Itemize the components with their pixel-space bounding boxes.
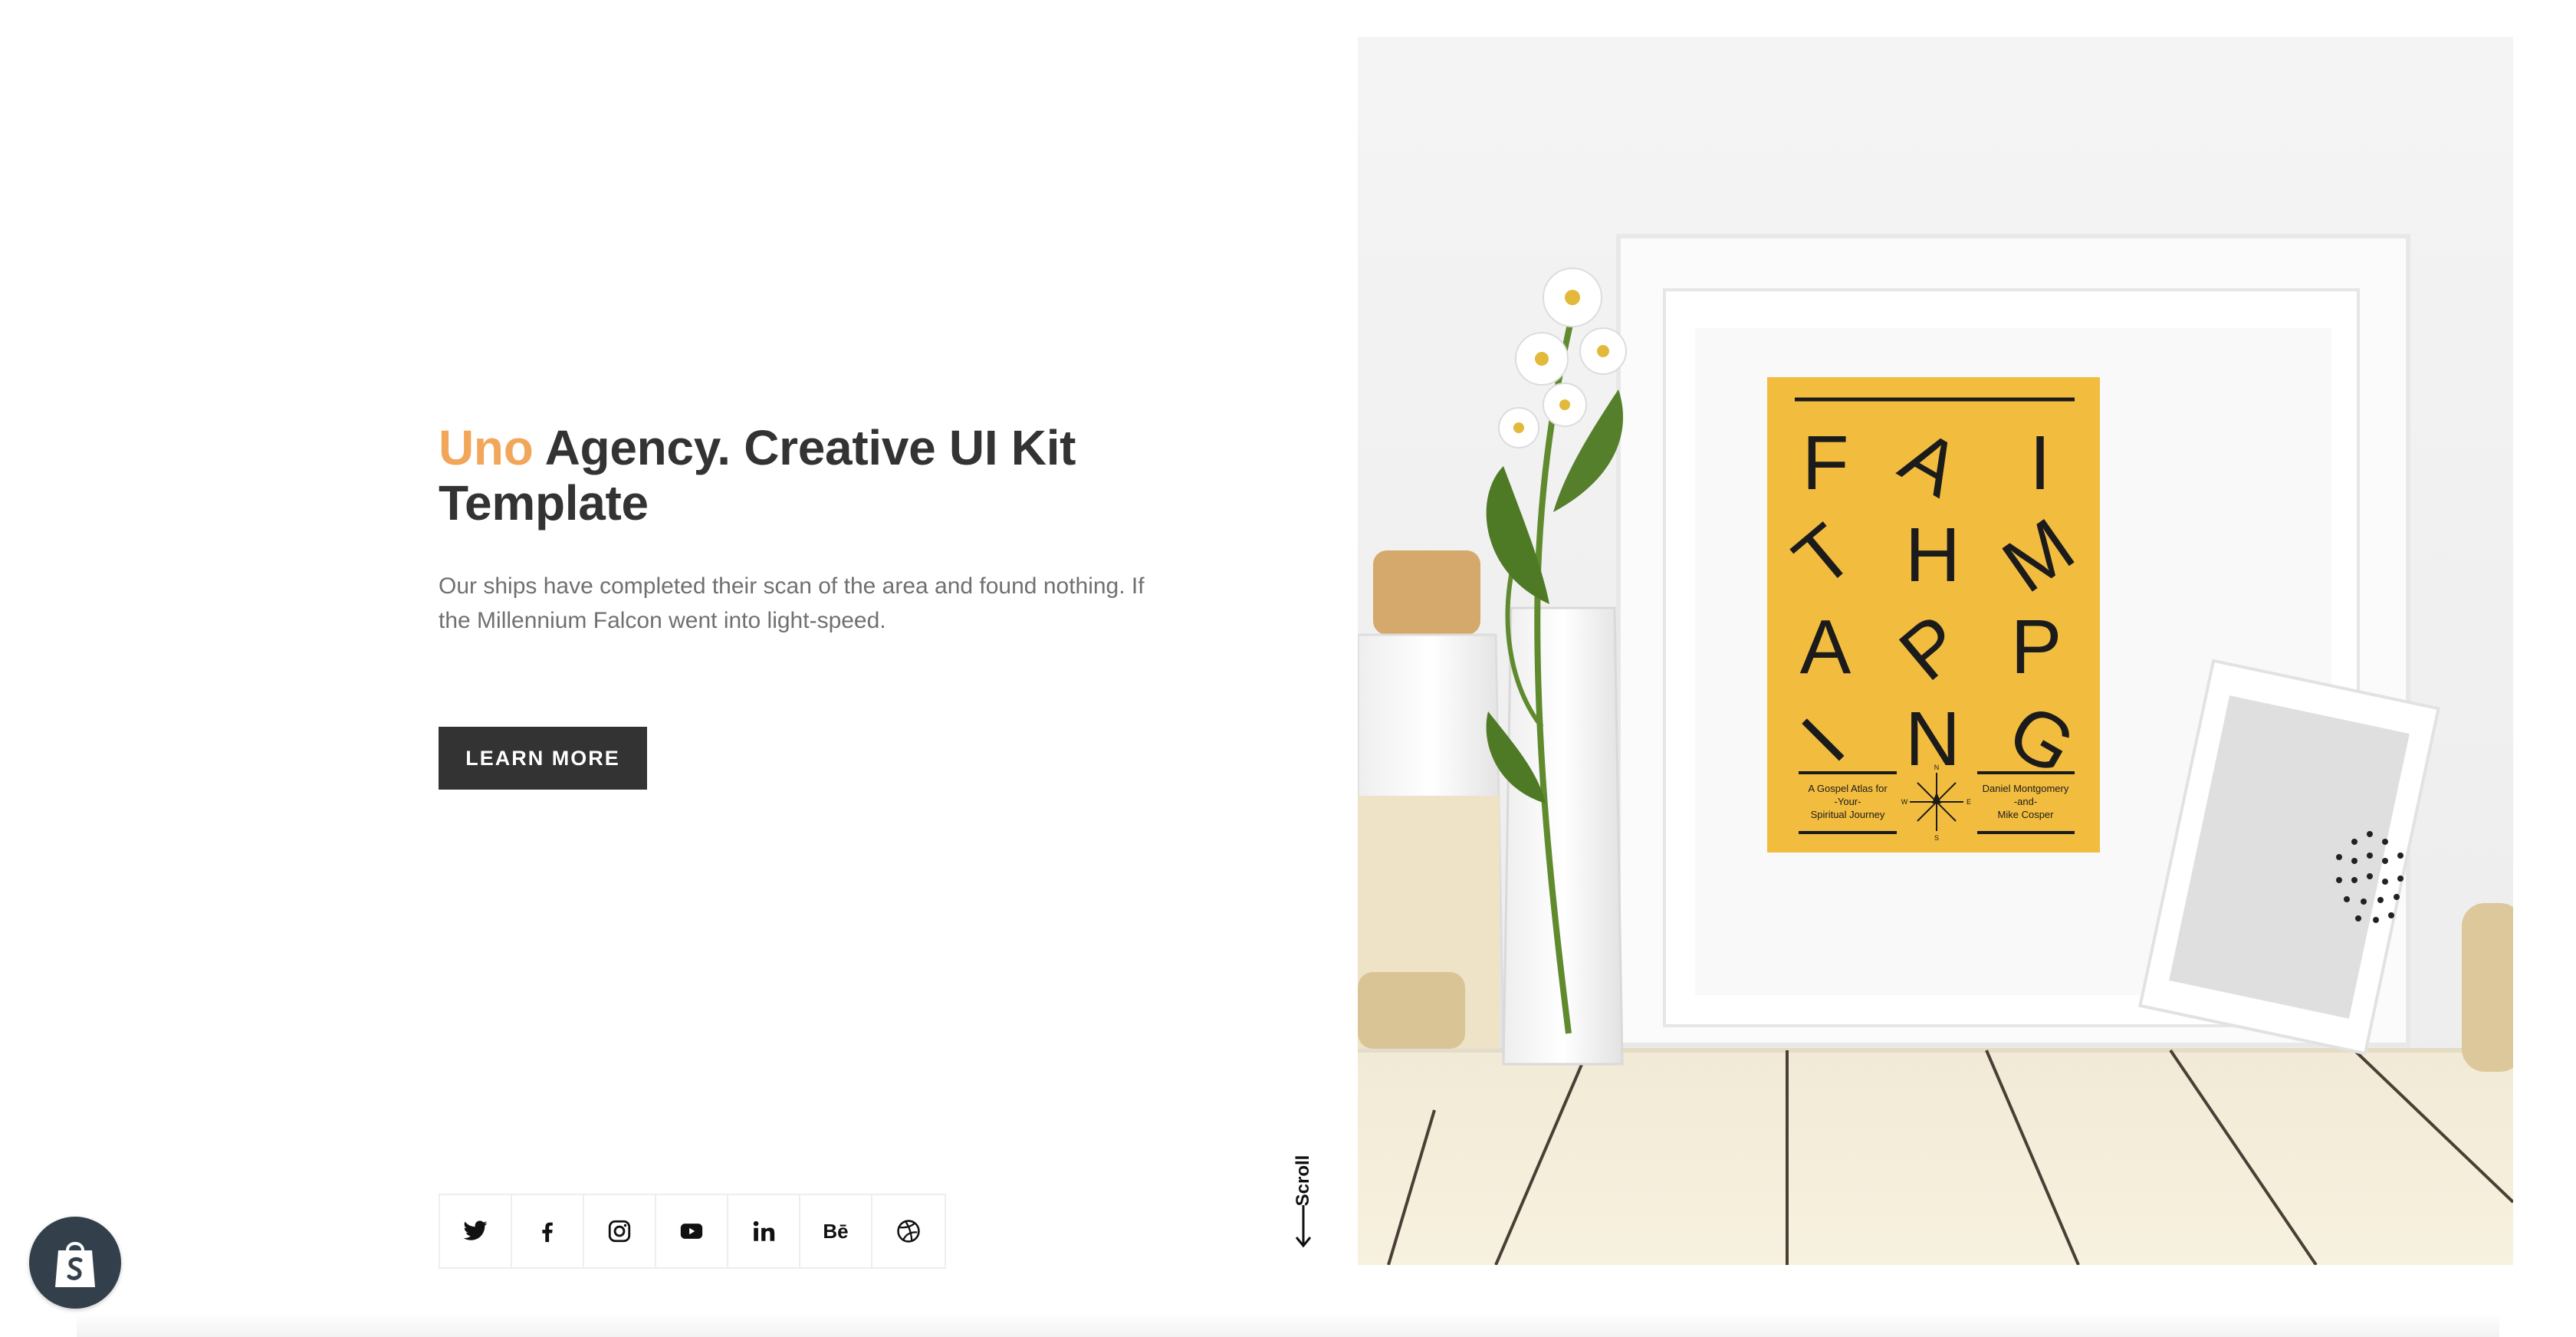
arrow-down-icon <box>1295 1205 1312 1248</box>
bottom-edge-shadow <box>77 1312 2499 1337</box>
compass-label: S <box>1934 834 1939 842</box>
learn-more-button[interactable]: LEARN MORE <box>439 727 647 790</box>
linkedin-link[interactable] <box>728 1195 800 1267</box>
shopify-badge[interactable] <box>29 1217 121 1309</box>
youtube-icon <box>680 1224 703 1239</box>
poster-caption: Spiritual Journey <box>1811 809 1885 820</box>
poster-letter: F <box>1802 420 1848 506</box>
shopify-bag-icon <box>55 1242 95 1287</box>
poster-letter: A <box>1800 604 1852 690</box>
linkedin-icon <box>753 1220 775 1241</box>
hero-title-rest: Agency. Creative UI Kit Template <box>439 420 1076 531</box>
youtube-link[interactable] <box>656 1195 728 1267</box>
hero-title: Uno Agency. Creative UI Kit Template <box>439 420 1159 531</box>
hero-image: F A I T H M A P P I N G A Gospel Atlas f… <box>1358 37 2513 1265</box>
instagram-icon <box>608 1220 631 1243</box>
behance-link[interactable]: Bē <box>800 1195 872 1267</box>
poster-letter: P <box>2011 604 2062 690</box>
poster-letter: I <box>2029 420 2051 506</box>
hero-text-block: Uno Agency. Creative UI Kit Template Our… <box>439 420 1159 638</box>
behance-icon: Bē <box>823 1219 849 1243</box>
twitter-link[interactable] <box>440 1195 512 1267</box>
scroll-label: Scroll <box>1293 1155 1313 1207</box>
dribbble-icon <box>897 1220 920 1243</box>
poster-caption: A Gospel Atlas for <box>1808 783 1888 794</box>
poster-letter: N <box>1905 696 1960 782</box>
social-links: Bē <box>439 1194 946 1269</box>
hero-title-accent: Uno <box>439 420 534 475</box>
poster-caption: -Your- <box>1835 796 1861 807</box>
facebook-link[interactable] <box>512 1195 584 1267</box>
compass-label: E <box>1967 798 1971 806</box>
hero-description: Our ships have completed their scan of t… <box>439 573 1145 633</box>
compass-label: W <box>1901 798 1908 806</box>
instagram-link[interactable] <box>584 1195 656 1267</box>
poster-letter: H <box>1905 512 1960 598</box>
poster-caption: -and- <box>2014 796 2037 807</box>
twitter-icon <box>463 1220 488 1240</box>
facebook-icon <box>542 1222 553 1243</box>
hero-photo-illustration: F A I T H M A P P I N G A Gospel Atlas f… <box>1358 37 2513 1265</box>
dribbble-link[interactable] <box>872 1195 945 1267</box>
compass-label: N <box>1934 764 1940 771</box>
poster-caption: Mike Cosper <box>1998 809 2055 820</box>
poster-caption: Daniel Montgomery <box>1983 783 2069 794</box>
scroll-indicator[interactable]: Scroll <box>1288 1119 1319 1250</box>
